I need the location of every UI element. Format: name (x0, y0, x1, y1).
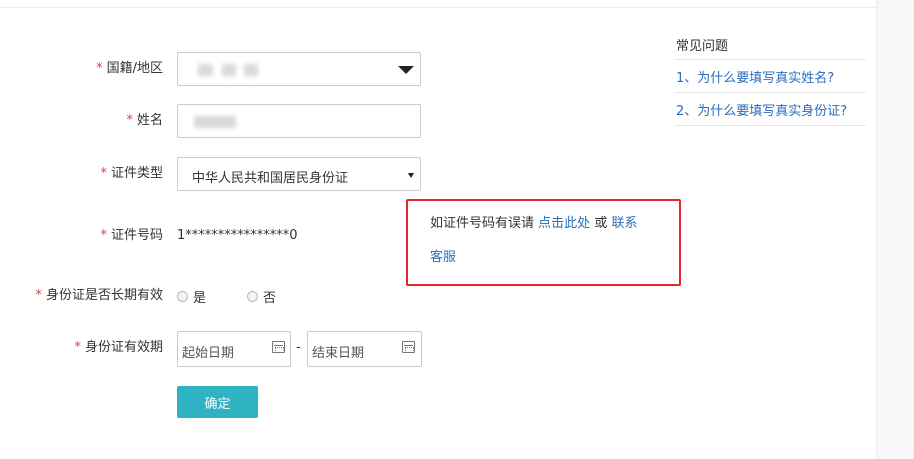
redacted-value (244, 64, 258, 76)
caret-down-icon (408, 173, 414, 178)
end-date-input[interactable]: 结束日期 (307, 331, 422, 367)
customer-service-link[interactable]: 客服 (430, 250, 456, 265)
id-type-label: * 证件类型 (100, 166, 163, 181)
calendar-icon[interactable] (402, 341, 415, 353)
validity-label: * 身份证有效期 (74, 340, 163, 355)
long-term-label: * 身份证是否长期有效 (35, 288, 163, 303)
radio-yes[interactable] (177, 291, 188, 302)
id-error-notice: 如证件号码有误请 点击此处 或 联系 客服 (406, 199, 681, 286)
page-scrollbar[interactable] (876, 0, 914, 459)
end-date-placeholder: 结束日期 (312, 346, 365, 361)
click-here-link[interactable]: 点击此处 (538, 216, 590, 231)
id-number-label: * 证件号码 (100, 228, 163, 243)
confirm-button[interactable]: 确定 (177, 386, 258, 418)
required-mark: * (96, 61, 103, 76)
nationality-select[interactable] (177, 52, 421, 86)
date-separator: - (296, 340, 301, 355)
notice-or: 或 (594, 216, 608, 231)
caret-down-icon (398, 66, 414, 74)
faq-item[interactable]: 1、为什么要填写真实姓名? (674, 59, 866, 92)
nationality-label: * 国籍/地区 (96, 61, 163, 76)
start-date-placeholder: 起始日期 (182, 346, 235, 361)
faq-link-real-name[interactable]: 1、为什么要填写真实姓名? (676, 67, 834, 86)
calendar-icon[interactable] (272, 341, 285, 353)
id-number-value: 1****************0 (177, 228, 298, 243)
start-date-input[interactable]: 起始日期 (177, 331, 291, 367)
radio-no-label[interactable]: 否 (263, 287, 276, 306)
top-divider (0, 7, 876, 8)
contact-link[interactable]: 联系 (611, 216, 637, 231)
notice-text: 如证件号码有误请 (430, 216, 535, 231)
redacted-value (194, 116, 236, 128)
id-type-select[interactable]: 中华人民共和国居民身份证 (177, 157, 421, 191)
id-type-value: 中华人民共和国居民身份证 (192, 171, 349, 186)
faq-link-real-id[interactable]: 2、为什么要填写真实身份证? (676, 100, 847, 119)
name-label: * 姓名 (126, 113, 163, 128)
radio-no[interactable] (247, 291, 258, 302)
redacted-value (198, 64, 213, 76)
radio-yes-label[interactable]: 是 (193, 287, 206, 306)
faq-title: 常见问题 (676, 39, 729, 54)
redacted-value (222, 64, 236, 76)
name-input[interactable] (177, 104, 421, 138)
faq-item[interactable]: 2、为什么要填写真实身份证? (674, 92, 866, 126)
